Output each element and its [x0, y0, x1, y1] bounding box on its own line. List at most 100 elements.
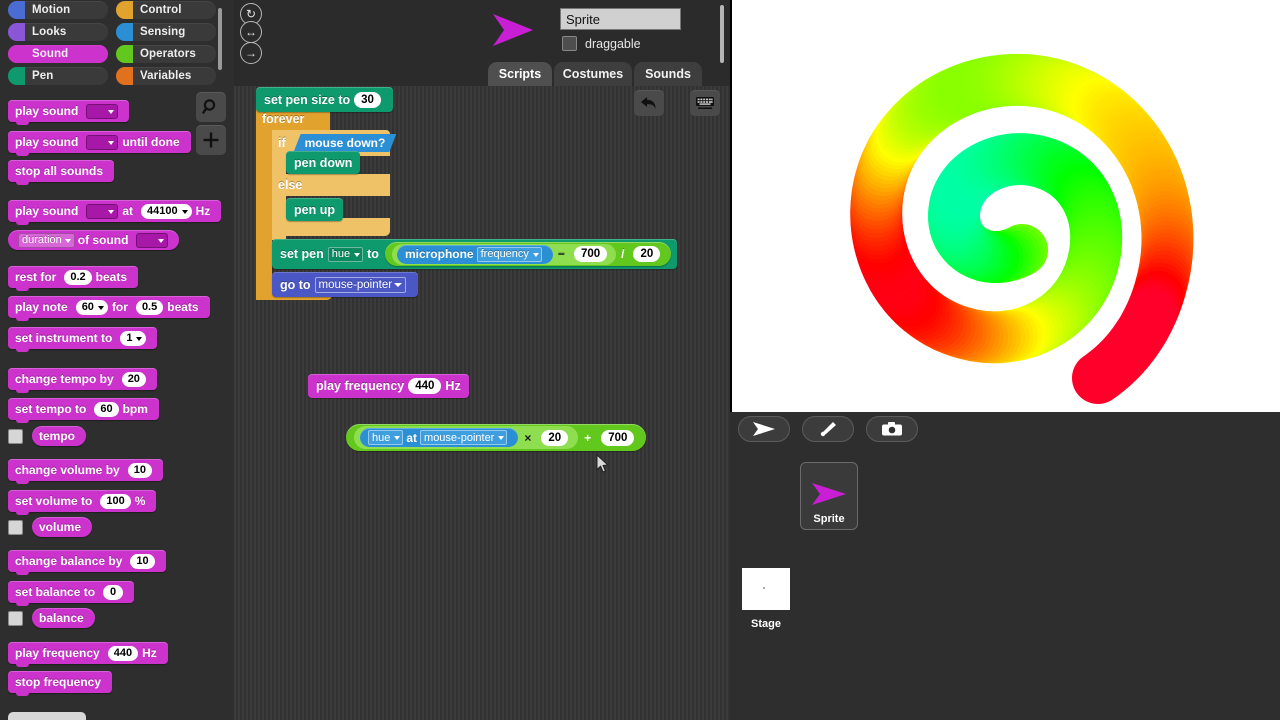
block-number-dropdown[interactable]: 60: [75, 299, 108, 315]
microphone-sensor-block[interactable]: microphone frequency: [396, 244, 553, 264]
sprite-card-sprite[interactable]: Sprite: [800, 462, 858, 530]
watcher-checkbox-volume-watcher[interactable]: [8, 520, 23, 535]
mouse-down-boolean-block[interactable]: mouse down?: [294, 134, 397, 152]
hue-expression-loose-block[interactable]: hue at mouse-pointer × 20 + 700: [346, 424, 647, 451]
divide-operator-block[interactable]: microphone frequency − 700 / 20: [384, 242, 672, 266]
microphone-label: microphone: [404, 247, 474, 261]
block-sound-dropdown[interactable]: [86, 203, 119, 219]
block-number-dropdown[interactable]: 44100: [141, 203, 192, 219]
if-block-header[interactable]: if mouse down?: [278, 134, 400, 152]
block-number-dropdown[interactable]: 1: [120, 330, 147, 346]
category-button-operators[interactable]: Operators: [116, 45, 216, 63]
play-frequency-value[interactable]: 440: [408, 378, 442, 394]
set-pen-size-block[interactable]: set pen size to 30: [256, 87, 393, 112]
palette-block-set-balance-to[interactable]: set balance to 0: [8, 581, 135, 606]
palette-block-play-sound-at-hz[interactable]: play sound at 44100 Hz: [8, 200, 222, 225]
category-button-variables[interactable]: Variables: [116, 67, 216, 85]
palette-block-play-frequency-hz[interactable]: play frequency 440 Hz: [8, 642, 168, 667]
keyboard-icon[interactable]: [690, 90, 720, 116]
tab-scripts[interactable]: Scripts: [488, 62, 552, 86]
block-sound-dropdown[interactable]: [86, 103, 119, 119]
palette-block-change-tempo-by[interactable]: change tempo by 20: [8, 368, 157, 393]
palette-block-change-balance-by[interactable]: change balance by 10: [8, 550, 166, 575]
block-number-input[interactable]: 60: [94, 401, 119, 417]
watcher-checkbox-balance-watcher[interactable]: [8, 611, 23, 626]
add-operator-block[interactable]: hue at mouse-pointer × 20 + 700: [346, 424, 647, 451]
undo-icon[interactable]: [634, 90, 664, 116]
pen-up-block[interactable]: pen up: [286, 198, 343, 221]
play-frequency-loose-block[interactable]: play frequency 440 Hz: [308, 374, 469, 398]
block-number-input[interactable]: 10: [130, 553, 155, 569]
palette-block-tempo-watcher[interactable]: tempo: [32, 426, 86, 446]
palette-block-partial[interactable]: [8, 712, 86, 720]
palette-block-stop-frequency[interactable]: stop frequency: [8, 671, 113, 696]
microphone-option-dropdown[interactable]: frequency: [476, 246, 542, 262]
palette-block-duration-of-sound[interactable]: duration of sound: [8, 230, 180, 250]
sprite-name-input[interactable]: [560, 8, 681, 30]
palette-block-volume-watcher[interactable]: volume: [32, 517, 93, 537]
block-notch: [16, 602, 29, 606]
go-to-target-dropdown[interactable]: mouse-pointer: [314, 276, 407, 293]
category-scrollbar[interactable]: [218, 8, 222, 70]
else-label[interactable]: else: [278, 178, 302, 192]
camera-sprite-icon[interactable]: [866, 416, 918, 442]
palette-block-set-tempo-to-bpm[interactable]: set tempo to 60 bpm: [8, 398, 159, 423]
category-button-pen[interactable]: Pen: [8, 67, 108, 85]
hue-target-dropdown[interactable]: mouse-pointer: [420, 430, 508, 445]
block-number-input[interactable]: 0.5: [135, 299, 164, 315]
stage-card[interactable]: Stage: [742, 568, 790, 630]
pen-down-block[interactable]: pen down: [286, 151, 361, 174]
watcher-checkbox-tempo-watcher[interactable]: [8, 429, 23, 444]
palette-block-play-sound-until-done[interactable]: play sound until done: [8, 131, 191, 156]
stage-display[interactable]: [732, 0, 1280, 412]
sprite-header-scrollbar[interactable]: [720, 5, 724, 63]
draggable-checkbox[interactable]: [562, 36, 577, 51]
add-operand-value[interactable]: 700: [601, 429, 635, 446]
block-number-input[interactable]: 100: [100, 493, 131, 509]
palette-block-play-note-for-beats[interactable]: play note 60 for 0.5 beats: [8, 296, 210, 321]
block-number-input[interactable]: 0.2: [64, 269, 92, 285]
block-label: Hz: [195, 204, 211, 218]
block-number-input[interactable]: 440: [107, 645, 139, 661]
category-button-control[interactable]: Control: [116, 1, 216, 19]
rotation-style-left-right-button[interactable]: ↔: [240, 21, 262, 43]
go-to-block[interactable]: go to mouse-pointer: [272, 272, 419, 297]
category-button-motion[interactable]: Motion: [8, 1, 108, 19]
subtract-operator-block[interactable]: microphone frequency − 700: [391, 243, 617, 265]
block-label: play sound: [15, 104, 79, 118]
palette-block-set-instrument-to[interactable]: set instrument to 1: [8, 327, 158, 352]
multiply-operand-value[interactable]: 20: [541, 429, 569, 446]
block-sound-dropdown[interactable]: [136, 232, 169, 248]
multiply-operator-block[interactable]: hue at mouse-pointer × 20: [354, 426, 579, 449]
forever-block-label[interactable]: forever: [262, 112, 304, 126]
block-number-input[interactable]: 20: [121, 371, 146, 387]
palette-block-stop-all-sounds[interactable]: stop all sounds: [8, 160, 115, 185]
arrow-sprite-icon: [493, 14, 533, 46]
new-sprite-icon[interactable]: [738, 416, 790, 442]
palette-block-balance-watcher[interactable]: balance: [32, 608, 95, 628]
category-button-looks[interactable]: Looks: [8, 23, 108, 41]
forever-block-left-arm[interactable]: [256, 108, 272, 300]
palette-block-change-volume-by[interactable]: change volume by 10: [8, 459, 163, 484]
hue-at-sensor-block[interactable]: hue at mouse-pointer: [360, 428, 519, 447]
set-pen-hue-block[interactable]: set pen hue to microphone frequency − 70…: [272, 239, 678, 269]
palette-block-rest-for-beats[interactable]: rest for 0.2 beats: [8, 266, 138, 291]
block-attribute-dropdown[interactable]: duration: [18, 232, 75, 248]
palette-block-set-volume-to[interactable]: set volume to 100%: [8, 490, 157, 515]
rotation-style-none-button[interactable]: →: [240, 42, 262, 64]
tab-sounds[interactable]: Sounds: [634, 62, 702, 86]
block-number-input[interactable]: 10: [127, 462, 152, 478]
pen-attribute-dropdown[interactable]: hue: [327, 246, 364, 262]
hue-attribute-dropdown[interactable]: hue: [368, 430, 404, 445]
paint-sprite-icon[interactable]: [802, 416, 854, 442]
divide-operand-value[interactable]: 20: [633, 246, 661, 262]
block-sound-dropdown[interactable]: [86, 134, 119, 150]
category-button-sensing[interactable]: Sensing: [116, 23, 216, 41]
tab-costumes[interactable]: Costumes: [554, 62, 632, 86]
block-number-input[interactable]: 0: [103, 584, 124, 600]
scripting-canvas[interactable]: set pen size to 30 forever if mouse down…: [234, 86, 730, 720]
category-button-sound[interactable]: Sound: [8, 45, 108, 63]
pen-size-value[interactable]: 30: [354, 91, 381, 108]
palette-block-play-sound[interactable]: play sound: [8, 100, 130, 125]
subtract-operand-value[interactable]: 700: [573, 246, 608, 262]
